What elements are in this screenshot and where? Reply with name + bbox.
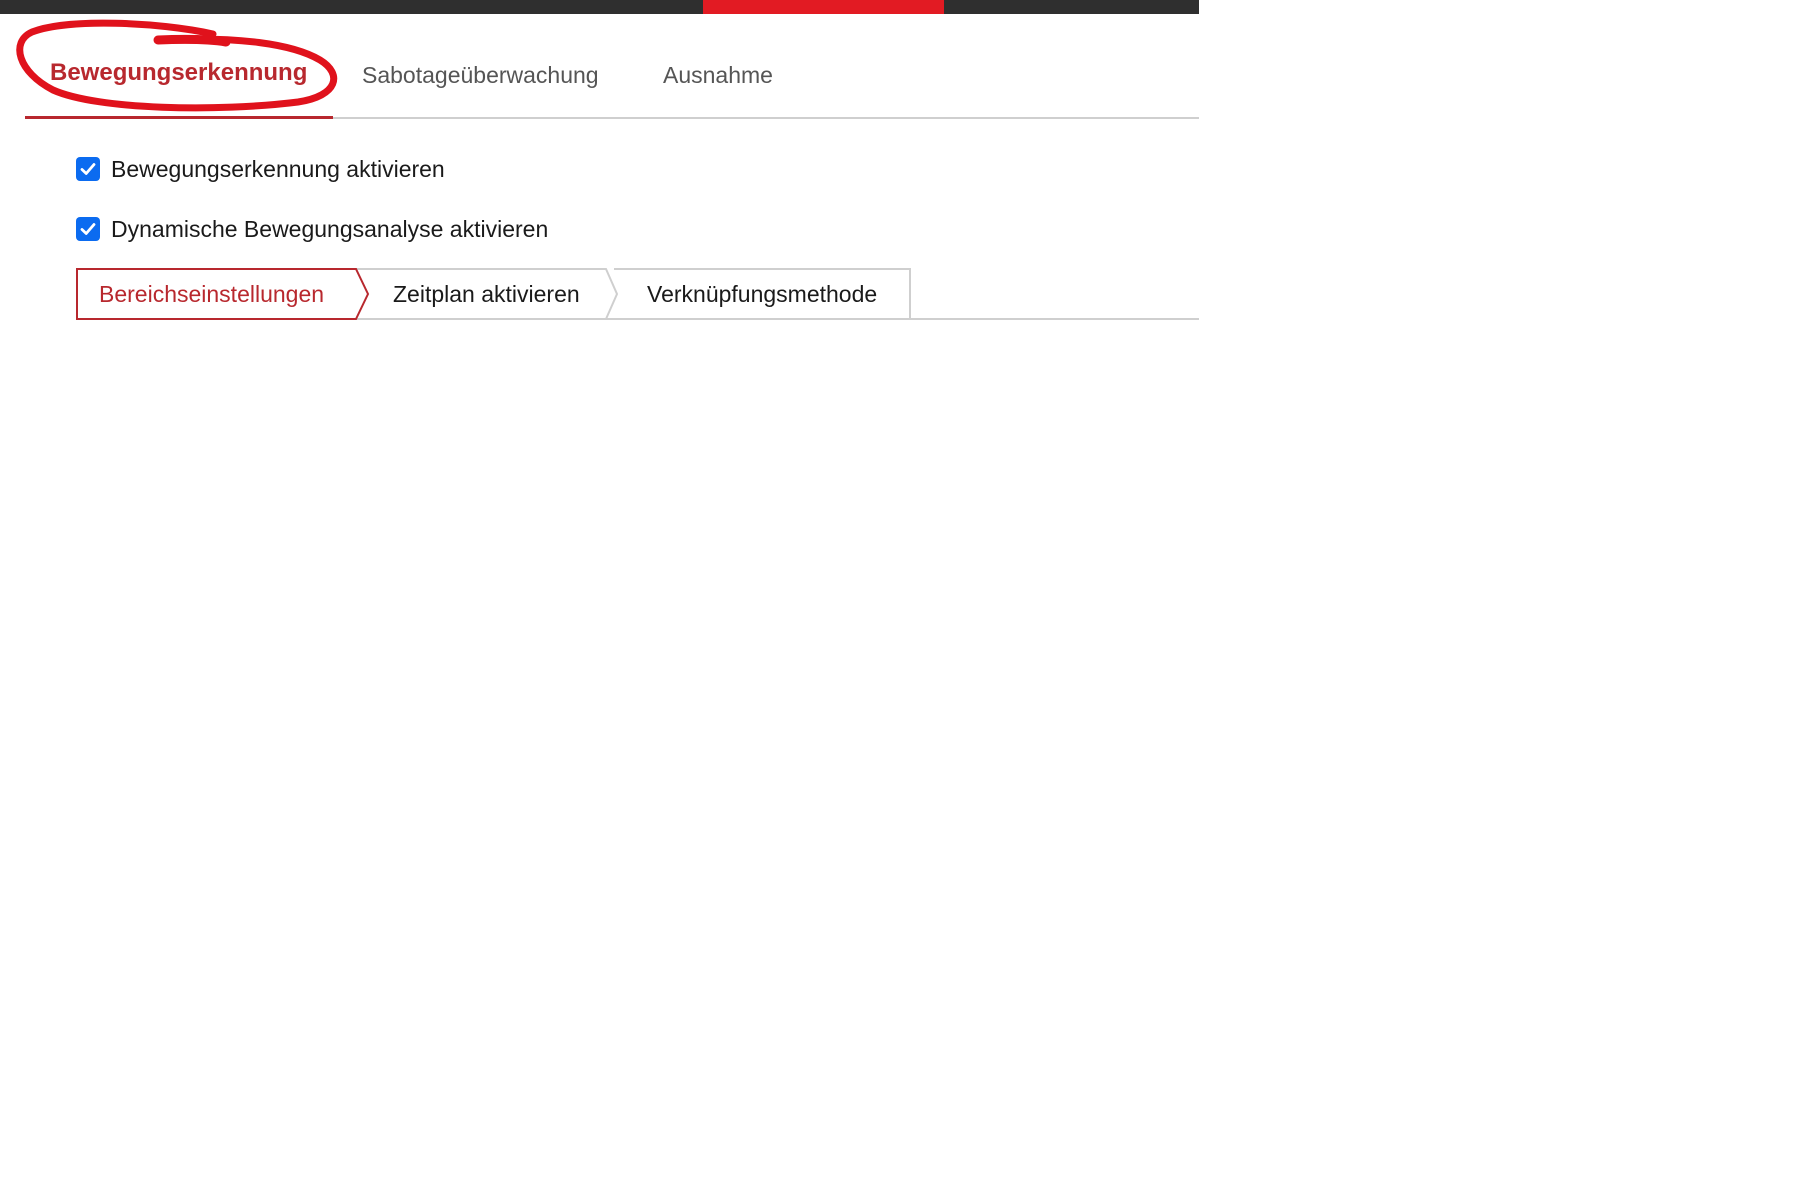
enable-dynamic-row: Dynamische Bewegungsanalyse aktivieren — [76, 214, 548, 244]
check-icon — [80, 163, 96, 175]
enable-dynamic-checkbox[interactable] — [76, 217, 100, 241]
step-zeitplan-aktivieren[interactable]: Zeitplan aktivieren — [393, 269, 580, 319]
check-icon — [80, 223, 96, 235]
enable-motion-row: Bewegungserkennung aktivieren — [76, 154, 445, 184]
tab-ausnahme[interactable]: Ausnahme — [663, 62, 773, 89]
step-verknuepfungsmethode[interactable]: Verknüpfungsmethode — [647, 269, 877, 319]
top-bar-accent — [703, 0, 944, 14]
tab-sabotageueberwachung[interactable]: Sabotageüberwachung — [362, 62, 599, 89]
top-bar — [0, 0, 1199, 14]
active-tab-underline — [25, 116, 333, 119]
tab-bewegungserkennung[interactable]: Bewegungserkennung — [50, 59, 307, 87]
main-tab-bar: Bewegungserkennung Sabotageüberwachung A… — [25, 36, 1199, 119]
enable-motion-label: Bewegungserkennung aktivieren — [111, 155, 445, 182]
step-bereichseinstellungen[interactable]: Bereichseinstellungen — [99, 269, 324, 319]
enable-motion-checkbox[interactable] — [76, 157, 100, 181]
page: Bewegungserkennung Sabotageüberwachung A… — [0, 0, 1800, 1200]
enable-dynamic-label: Dynamische Bewegungsanalyse aktivieren — [111, 215, 549, 242]
